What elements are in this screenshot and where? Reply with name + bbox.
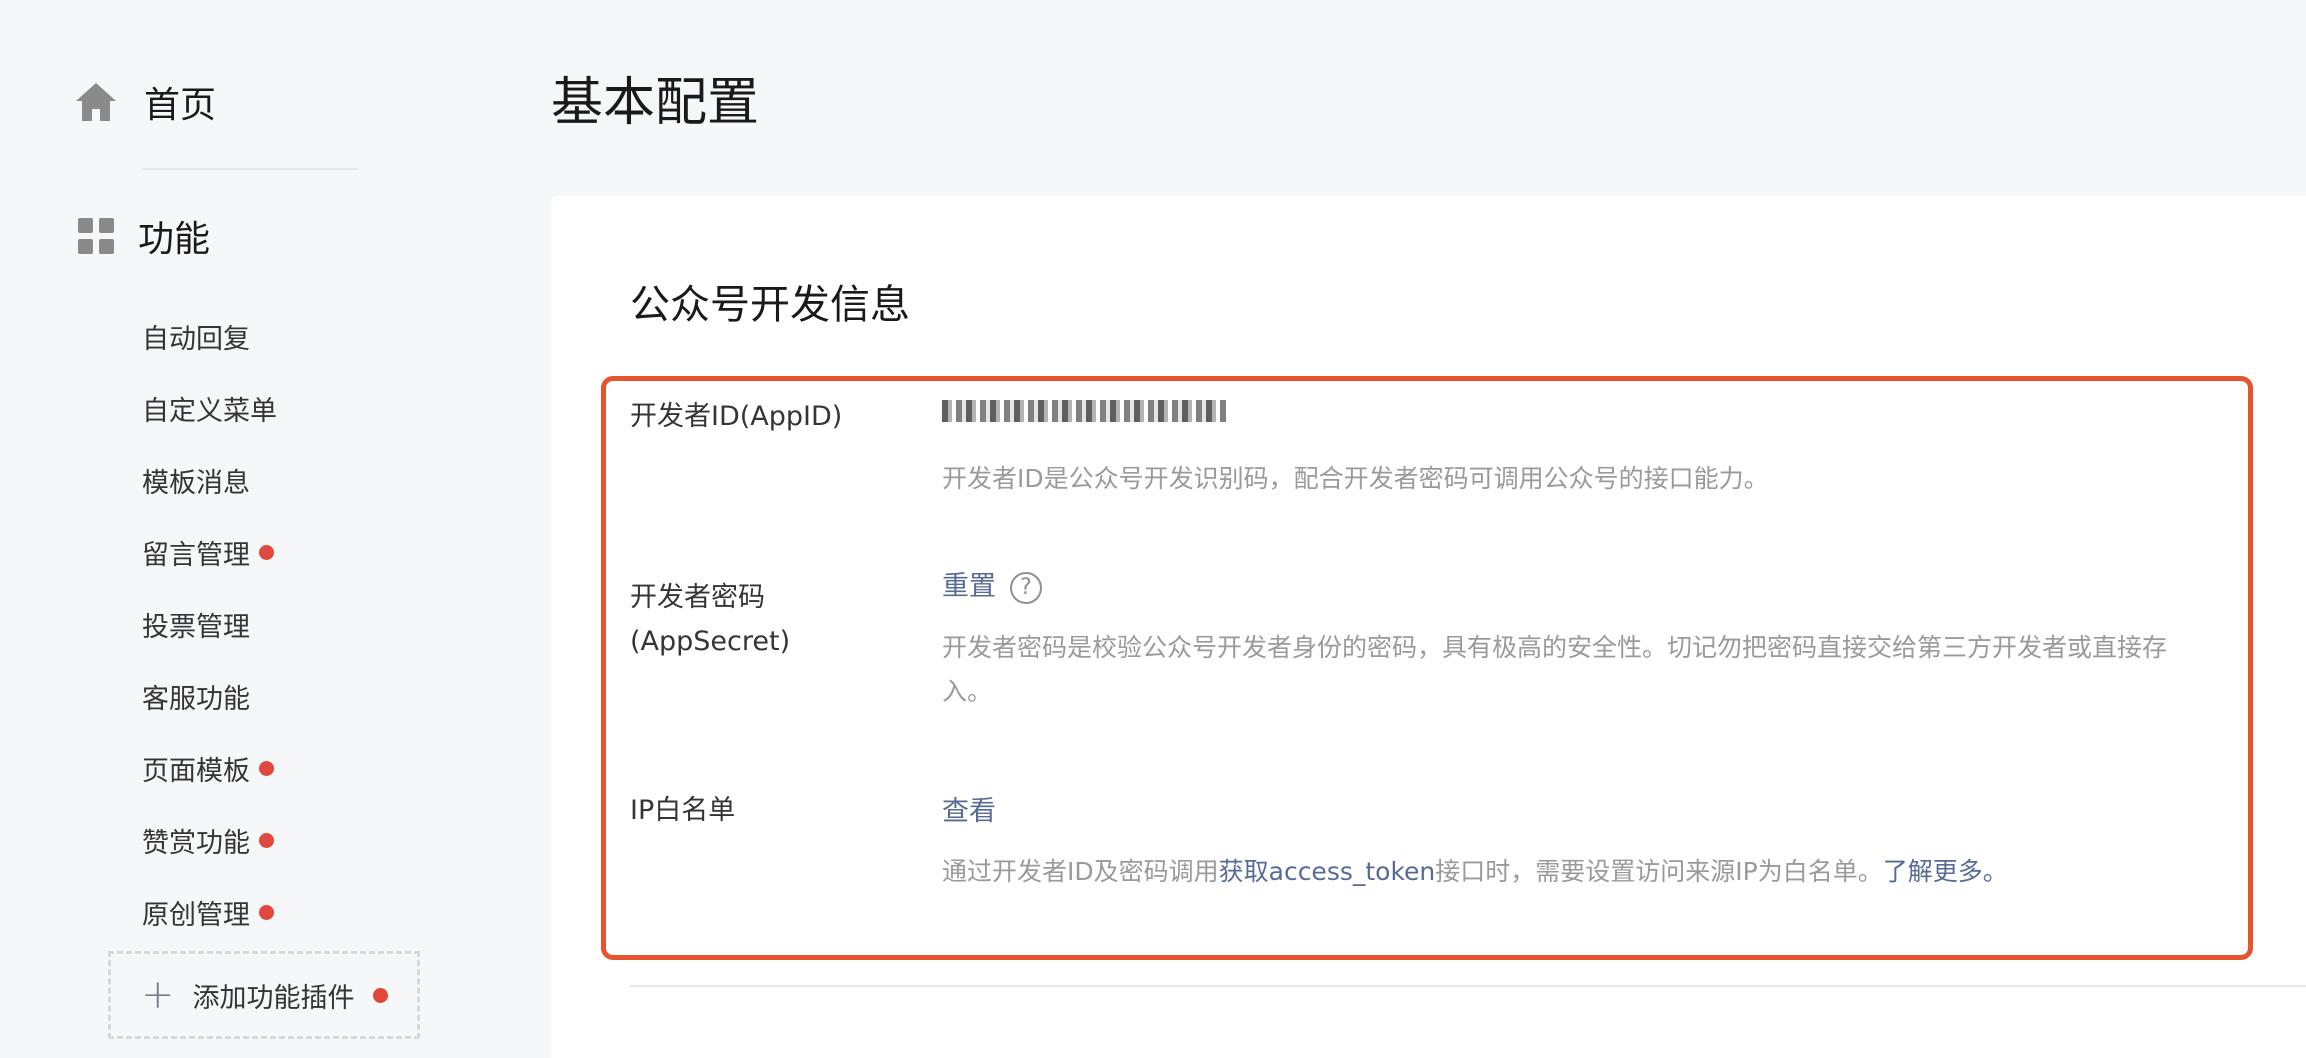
sidebar-item-label: 赞赏功能 xyxy=(142,827,250,859)
function-submenu: 自动回复 自定义菜单 模板消息 留言管理 投票管理 客服功能 页面模板 赞赏功能… xyxy=(142,300,277,948)
sidebar-item-label: 页面模板 xyxy=(142,755,250,787)
nav-home-label: 首页 xyxy=(144,85,217,126)
developer-info-card: 公众号开发信息 开发者ID(AppID) 开发者ID是公众号开发识别码，配合开发… xyxy=(551,196,2306,1058)
section-divider xyxy=(630,985,2306,987)
appid-value-masked xyxy=(942,400,1226,422)
nav-function-label: 功能 xyxy=(138,219,211,260)
grid-icon xyxy=(78,218,114,254)
notification-dot xyxy=(259,544,274,560)
ip-whitelist-description: 通过开发者ID及密码调用获取access_token接口时，需要设置访问来源IP… xyxy=(942,850,2008,894)
appsecret-description-line1: 开发者密码是校验公众号开发者身份的密码，具有极高的安全性。切记勿把密码直接交给第… xyxy=(942,633,2168,662)
sidebar-item-auto-reply[interactable]: 自动回复 xyxy=(142,300,277,372)
appid-description: 开发者ID是公众号开发识别码，配合开发者密码可调用公众号的接口能力。 xyxy=(942,464,1769,493)
add-plugin-label: 添加功能插件 xyxy=(192,982,355,1014)
page-title: 基本配置 xyxy=(551,73,760,133)
ip-desc-prefix: 通过开发者ID及密码调用 xyxy=(942,857,1219,886)
appsecret-label-line2: (AppSecret) xyxy=(630,626,791,657)
notification-dot xyxy=(259,904,274,920)
appsecret-description-line2: 入。 xyxy=(942,677,993,706)
help-icon[interactable]: ? xyxy=(1010,571,1042,604)
appsecret-label-line1: 开发者密码 xyxy=(630,582,765,613)
notification-dot xyxy=(259,760,274,776)
add-plugin-button[interactable]: + 添加功能插件 xyxy=(108,951,420,1039)
access-token-link[interactable]: 获取access_token xyxy=(1219,857,1436,886)
sidebar-item-label: 模板消息 xyxy=(142,467,250,499)
sidebar-item-label: 投票管理 xyxy=(142,611,250,643)
sidebar-item-label: 自动回复 xyxy=(142,323,250,355)
appid-label: 开发者ID(AppID) xyxy=(630,401,843,432)
view-whitelist-link[interactable]: 查看 xyxy=(942,796,996,827)
sidebar-item-label: 自定义菜单 xyxy=(142,395,277,427)
sidebar-item-comment-management[interactable]: 留言管理 xyxy=(142,516,277,588)
ip-desc-middle: 接口时，需要设置访问来源IP为白名单。 xyxy=(1435,857,1883,886)
learn-more-link[interactable]: 了解更多。 xyxy=(1883,857,2008,886)
home-icon xyxy=(74,81,118,123)
sidebar-item-vote-management[interactable]: 投票管理 xyxy=(142,588,277,660)
card-title: 公众号开发信息 xyxy=(630,282,910,328)
sidebar-item-customer-service[interactable]: 客服功能 xyxy=(142,660,277,732)
notification-dot xyxy=(372,987,388,1003)
sidebar: 首页 功能 自动回复 自定义菜单 模板消息 留言管理 投票管理 客服功能 页面模… xyxy=(0,0,540,1058)
sidebar-item-label: 客服功能 xyxy=(142,683,250,715)
notification-dot xyxy=(259,832,274,848)
sidebar-item-reward[interactable]: 赞赏功能 xyxy=(142,804,277,876)
sidebar-item-page-template[interactable]: 页面模板 xyxy=(142,732,277,804)
sidebar-divider xyxy=(142,168,358,170)
nav-function[interactable]: 功能 xyxy=(78,210,210,262)
sidebar-item-original-management[interactable]: 原创管理 xyxy=(142,876,277,948)
reset-secret-link[interactable]: 重置 xyxy=(942,571,996,602)
appsecret-actions: 重置? xyxy=(942,564,1042,604)
nav-home[interactable]: 首页 xyxy=(74,76,216,128)
ip-whitelist-label: IP白名单 xyxy=(630,795,736,826)
sidebar-item-label: 留言管理 xyxy=(142,539,250,571)
plus-icon: + xyxy=(141,972,175,1018)
sidebar-item-label: 原创管理 xyxy=(142,899,250,931)
sidebar-item-template-message[interactable]: 模板消息 xyxy=(142,444,277,516)
sidebar-item-custom-menu[interactable]: 自定义菜单 xyxy=(142,372,277,444)
